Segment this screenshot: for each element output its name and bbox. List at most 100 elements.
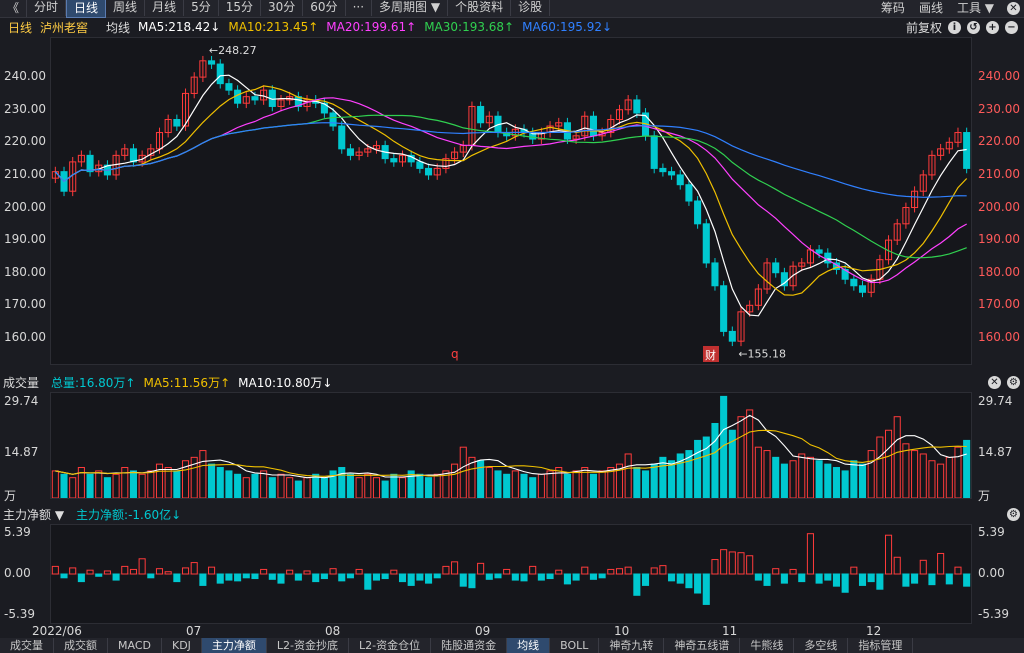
fund-bar [77, 573, 85, 583]
tool-button-1[interactable]: 画线 [912, 0, 950, 17]
back-button[interactable]: 《 [0, 0, 28, 17]
period-tab-1[interactable]: 日线 [66, 0, 107, 18]
adjust-select[interactable]: 前复权 [906, 19, 942, 36]
indicator-tab-9[interactable]: BOLL [550, 638, 600, 653]
volume-bar [103, 477, 111, 498]
price-tick-right: 210.00 [978, 166, 1020, 181]
volume-bar [520, 473, 528, 498]
period-tab-10[interactable]: 个股资料 [448, 0, 512, 16]
close-volume-icon[interactable]: ✕ [988, 376, 1001, 389]
tool-button-0[interactable]: 筹码 [874, 0, 912, 17]
fund-bar [147, 573, 155, 579]
candle-body [685, 184, 693, 202]
fund-bar [260, 568, 268, 575]
indicator-tab-11[interactable]: 神奇五线谱 [664, 638, 741, 653]
reset-icon[interactable]: ↺ [967, 20, 980, 34]
fund-tick: -5.39 [4, 607, 36, 621]
candle-body [694, 200, 702, 225]
fund-bar [51, 565, 59, 575]
stock-name[interactable]: 泸州老窖 [40, 19, 88, 36]
period-tab-6[interactable]: 30分 [261, 0, 304, 16]
fund-bar [937, 552, 945, 575]
volume-bar [937, 463, 945, 498]
fund-bar [416, 573, 424, 581]
tool-button-2[interactable]: 工具 ▼ [950, 0, 1001, 17]
indicator-tab-14[interactable]: 指标管理 [848, 638, 914, 653]
price-chart[interactable]: ←248.27 ←155.18 q 财 [50, 37, 972, 365]
indicator-tab-8[interactable]: 均线 [507, 638, 551, 653]
fund-bar [876, 573, 884, 590]
fund-bar [459, 573, 467, 587]
indicator-tab-0[interactable]: 成交量 [0, 638, 54, 653]
fund-bar [832, 573, 841, 587]
volume-bar [928, 460, 936, 498]
price-tick-right: 160.00 [978, 329, 1020, 344]
zoom-out-icon[interactable]: − [1005, 20, 1018, 34]
period-tab-9[interactable]: 多周期图 ▼ [372, 0, 449, 16]
indicator-tab-1[interactable]: 成交额 [54, 638, 108, 653]
volume-tick: 万 [978, 489, 991, 503]
candle-body [711, 262, 719, 287]
volume-total: 总量:16.80万↑ [51, 376, 136, 390]
fund-title[interactable]: 主力净额 ▼ [3, 506, 64, 523]
fund-bar [86, 569, 94, 575]
period-tab-5[interactable]: 15分 [219, 0, 261, 16]
indicator-tab-6[interactable]: L2-资金仓位 [349, 638, 432, 653]
indicator-tab-5[interactable]: L2-资金抄底 [267, 638, 350, 653]
price-tick-left: 170.00 [4, 297, 46, 312]
fund-tick: 0.00 [978, 566, 1005, 580]
fund-bar [841, 573, 849, 593]
info-icon[interactable]: i [948, 20, 961, 34]
close-icon[interactable]: ✕ [1007, 2, 1020, 15]
fund-bar [711, 559, 719, 575]
volume-bar [850, 460, 858, 498]
volume-ma10: MA10:10.80万↓ [238, 376, 333, 390]
fund-bar [789, 568, 797, 575]
period-tab-4[interactable]: 5分 [184, 0, 219, 16]
date-tick: 09 [475, 624, 491, 638]
indicator-tab-3[interactable]: KDJ [162, 638, 202, 653]
volume-bar [503, 473, 511, 498]
ma5-line [54, 74, 967, 317]
period-tab-2[interactable]: 周线 [106, 0, 146, 16]
indicator-tab-13[interactable]: 多空线 [794, 638, 849, 653]
fund-chart[interactable] [50, 524, 972, 624]
fund-bar [173, 573, 181, 583]
candle-body [338, 125, 346, 150]
volume-bar [511, 470, 519, 498]
candle-body [86, 154, 94, 173]
zoom-in-icon[interactable]: + [986, 20, 999, 34]
fund-bar [633, 573, 641, 596]
indicator-tab-10[interactable]: 神奇九转 [599, 638, 665, 653]
volume-title[interactable]: 成交量 [3, 374, 39, 391]
volume-bar [355, 477, 363, 498]
volume-bar [346, 473, 354, 498]
settings-fund-icon[interactable]: ⚙ [1007, 508, 1020, 521]
fund-axis-left: 5.39 0.00 -5.39 [4, 524, 50, 624]
period-tab-0[interactable]: 分时 [27, 0, 67, 16]
price-tick-right: 230.00 [978, 101, 1020, 116]
indicator-tab-2[interactable]: MACD [108, 638, 162, 653]
volume-chart[interactable] [50, 392, 972, 499]
fund-bar [181, 567, 190, 575]
fund-bar [433, 573, 441, 579]
period-tab-8[interactable]: ··· [346, 0, 373, 16]
fund-bar [702, 573, 710, 605]
fund-bar [963, 573, 971, 587]
settings-volume-icon[interactable]: ⚙ [1007, 376, 1020, 389]
indicator-tab-7[interactable]: 陆股通资金 [431, 638, 508, 653]
period-tab-11[interactable]: 诊股 [511, 0, 551, 16]
indicator-tab-12[interactable]: 牛熊线 [740, 638, 795, 653]
fund-bar [563, 573, 571, 585]
avg-label[interactable]: 均线 [106, 19, 130, 36]
fund-bar [494, 573, 502, 579]
fund-bar [468, 573, 476, 589]
indicator-tab-4[interactable]: 主力净额 [201, 638, 267, 653]
event-marker-q: q [451, 347, 459, 361]
period-tab-3[interactable]: 月线 [145, 0, 185, 16]
period-label: 日线 [8, 20, 33, 35]
period-tab-7[interactable]: 60分 [303, 0, 346, 16]
fund-bar [138, 558, 146, 575]
candle-body [659, 167, 667, 173]
volume-bar [867, 450, 875, 498]
